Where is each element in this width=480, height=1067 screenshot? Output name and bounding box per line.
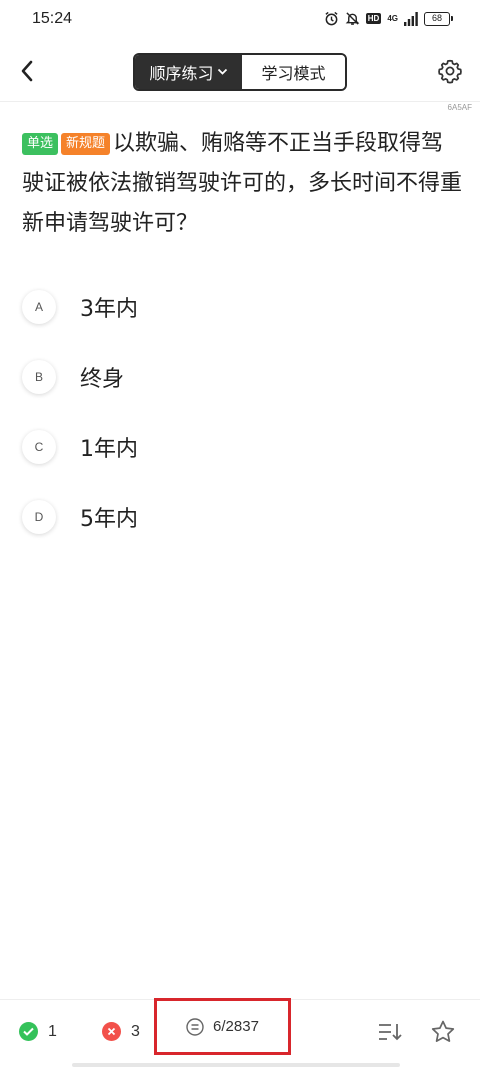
question-code: 6A5AF bbox=[447, 103, 472, 112]
network-type: 4G bbox=[387, 14, 398, 23]
battery-icon: 68 bbox=[424, 11, 453, 26]
bottom-bar: 1 3 6/2837 bbox=[0, 998, 480, 1063]
sort-icon[interactable] bbox=[377, 1020, 403, 1044]
option-letter: A bbox=[22, 290, 56, 324]
option-text: 5年内 bbox=[80, 507, 138, 532]
tab-sequential-practice[interactable]: 顺序练习 bbox=[135, 55, 242, 89]
tag-new-rule: 新规题 bbox=[61, 133, 111, 155]
progress-text: 6/2837 bbox=[213, 1018, 259, 1035]
back-button[interactable] bbox=[12, 56, 42, 86]
tab-study-mode[interactable]: 学习模式 bbox=[242, 55, 345, 89]
tab-study-mode-label: 学习模式 bbox=[261, 64, 326, 83]
chevron-down-icon bbox=[217, 68, 227, 75]
option-d[interactable]: D 5年内 bbox=[22, 482, 462, 552]
tag-single-choice: 单选 bbox=[22, 133, 59, 155]
check-icon bbox=[19, 1022, 38, 1041]
list-icon bbox=[186, 1017, 204, 1036]
wrong-count-value: 3 bbox=[131, 1022, 140, 1040]
mute-bell-icon bbox=[345, 12, 360, 25]
status-icons: HD 4G 68 bbox=[324, 11, 453, 26]
correct-count-value: 1 bbox=[48, 1022, 57, 1040]
question-text-block: 单选 新规题 以欺骗、贿赂等不正当手段取得驾驶证被依法撤销驾驶许可的，多长时间不得重… bbox=[22, 124, 462, 244]
option-b[interactable]: B 终身 bbox=[22, 342, 462, 412]
option-c[interactable]: C 1年内 bbox=[22, 412, 462, 482]
option-letter: D bbox=[22, 500, 56, 534]
tab-sequential-practice-label: 顺序练习 bbox=[149, 64, 214, 83]
gear-icon bbox=[438, 59, 462, 84]
home-indicator bbox=[72, 1063, 400, 1067]
top-bar: 顺序练习 学习模式 bbox=[0, 42, 480, 102]
settings-button[interactable] bbox=[436, 57, 464, 85]
status-bar: 15:24 HD 4G 68 bbox=[0, 0, 480, 42]
wrong-count: 3 bbox=[102, 1022, 140, 1041]
status-time: 15:24 bbox=[32, 10, 73, 27]
mode-switch: 顺序练习 学习模式 bbox=[133, 53, 347, 91]
signal-icon bbox=[404, 11, 418, 26]
chevron-left-icon bbox=[21, 60, 33, 82]
option-text: 3年内 bbox=[80, 297, 138, 322]
option-letter: C bbox=[22, 430, 56, 464]
option-letter: B bbox=[22, 360, 56, 394]
star-icon[interactable] bbox=[430, 1019, 456, 1045]
hd-icon: HD bbox=[365, 13, 382, 24]
cross-icon bbox=[102, 1022, 121, 1041]
option-text: 终身 bbox=[80, 367, 125, 392]
option-text: 1年内 bbox=[80, 437, 138, 462]
alarm-icon bbox=[325, 11, 338, 26]
answer-options: A 3年内 B 终身 C 1年内 D 5年内 bbox=[22, 272, 462, 552]
option-a[interactable]: A 3年内 bbox=[22, 272, 462, 342]
question-progress-button[interactable]: 6/2837 bbox=[154, 998, 291, 1055]
correct-count: 1 bbox=[19, 1022, 57, 1041]
